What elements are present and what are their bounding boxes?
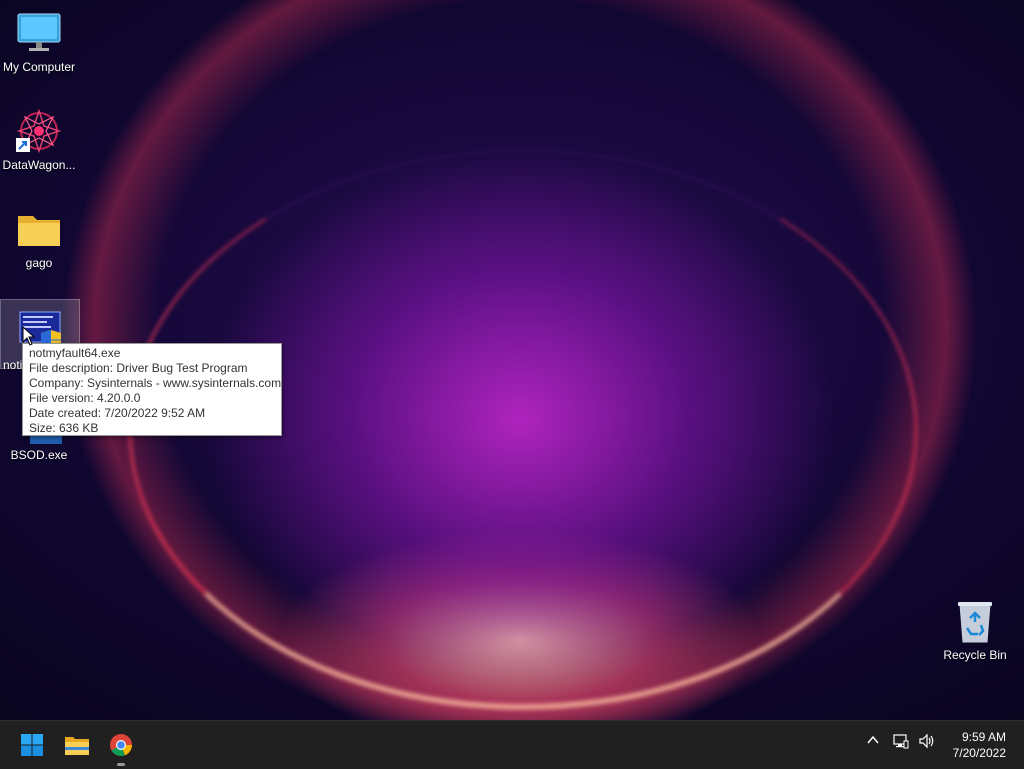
system-clock[interactable]: 9:59 AM 7/20/2022 [953, 729, 1006, 761]
tooltip-version: File version: 4.20.0.0 [29, 391, 141, 405]
clock-date: 7/20/2022 [952, 746, 1006, 760]
desktop-icon-my-computer[interactable]: My Computer [0, 2, 78, 74]
file-explorer-icon[interactable] [61, 729, 93, 761]
tooltip-company: Company: Sysinternals - www.sysinternals… [29, 376, 282, 390]
tooltip-size: Size: 636 KB [29, 421, 99, 435]
desktop-icon-label: gago [25, 256, 53, 270]
desktop-icon-label: Recycle Bin [943, 648, 1007, 662]
app-shortcut-icon [16, 108, 62, 154]
windows-start-icon[interactable] [16, 729, 48, 761]
chevron-up-icon[interactable] [866, 733, 880, 750]
volume-icon[interactable] [918, 733, 936, 752]
clock-time: 9:59 AM [961, 730, 1006, 744]
monitor-icon [16, 10, 62, 56]
file-info-tooltip: notmyfault64.exe File description: Drive… [22, 343, 282, 436]
chrome-running-indicator [117, 763, 125, 766]
tooltip-description: File description: Driver Bug Test Progra… [29, 361, 248, 375]
mouse-cursor-icon [22, 325, 36, 351]
chrome-icon[interactable] [105, 729, 137, 761]
desktop-icon-recycle-bin[interactable]: Recycle Bin [936, 590, 1014, 662]
desktop-icon-gago-folder[interactable]: gago [0, 198, 78, 270]
desktop-icon-label: BSOD.exe [10, 448, 68, 462]
desktop-icon-label: My Computer [2, 60, 76, 74]
recycle-bin-icon [952, 598, 998, 644]
tooltip-filename: notmyfault64.exe [29, 346, 121, 360]
taskbar: 9:59 AM 7/20/2022 [0, 720, 1024, 769]
desktop-icon-datawagon[interactable]: DataWagon... [0, 100, 78, 172]
tooltip-date-created: Date created: 7/20/2022 9:52 AM [29, 406, 206, 420]
desktop-icon-label: DataWagon... [2, 158, 76, 172]
folder-icon [16, 206, 62, 252]
network-icon[interactable] [893, 733, 909, 752]
